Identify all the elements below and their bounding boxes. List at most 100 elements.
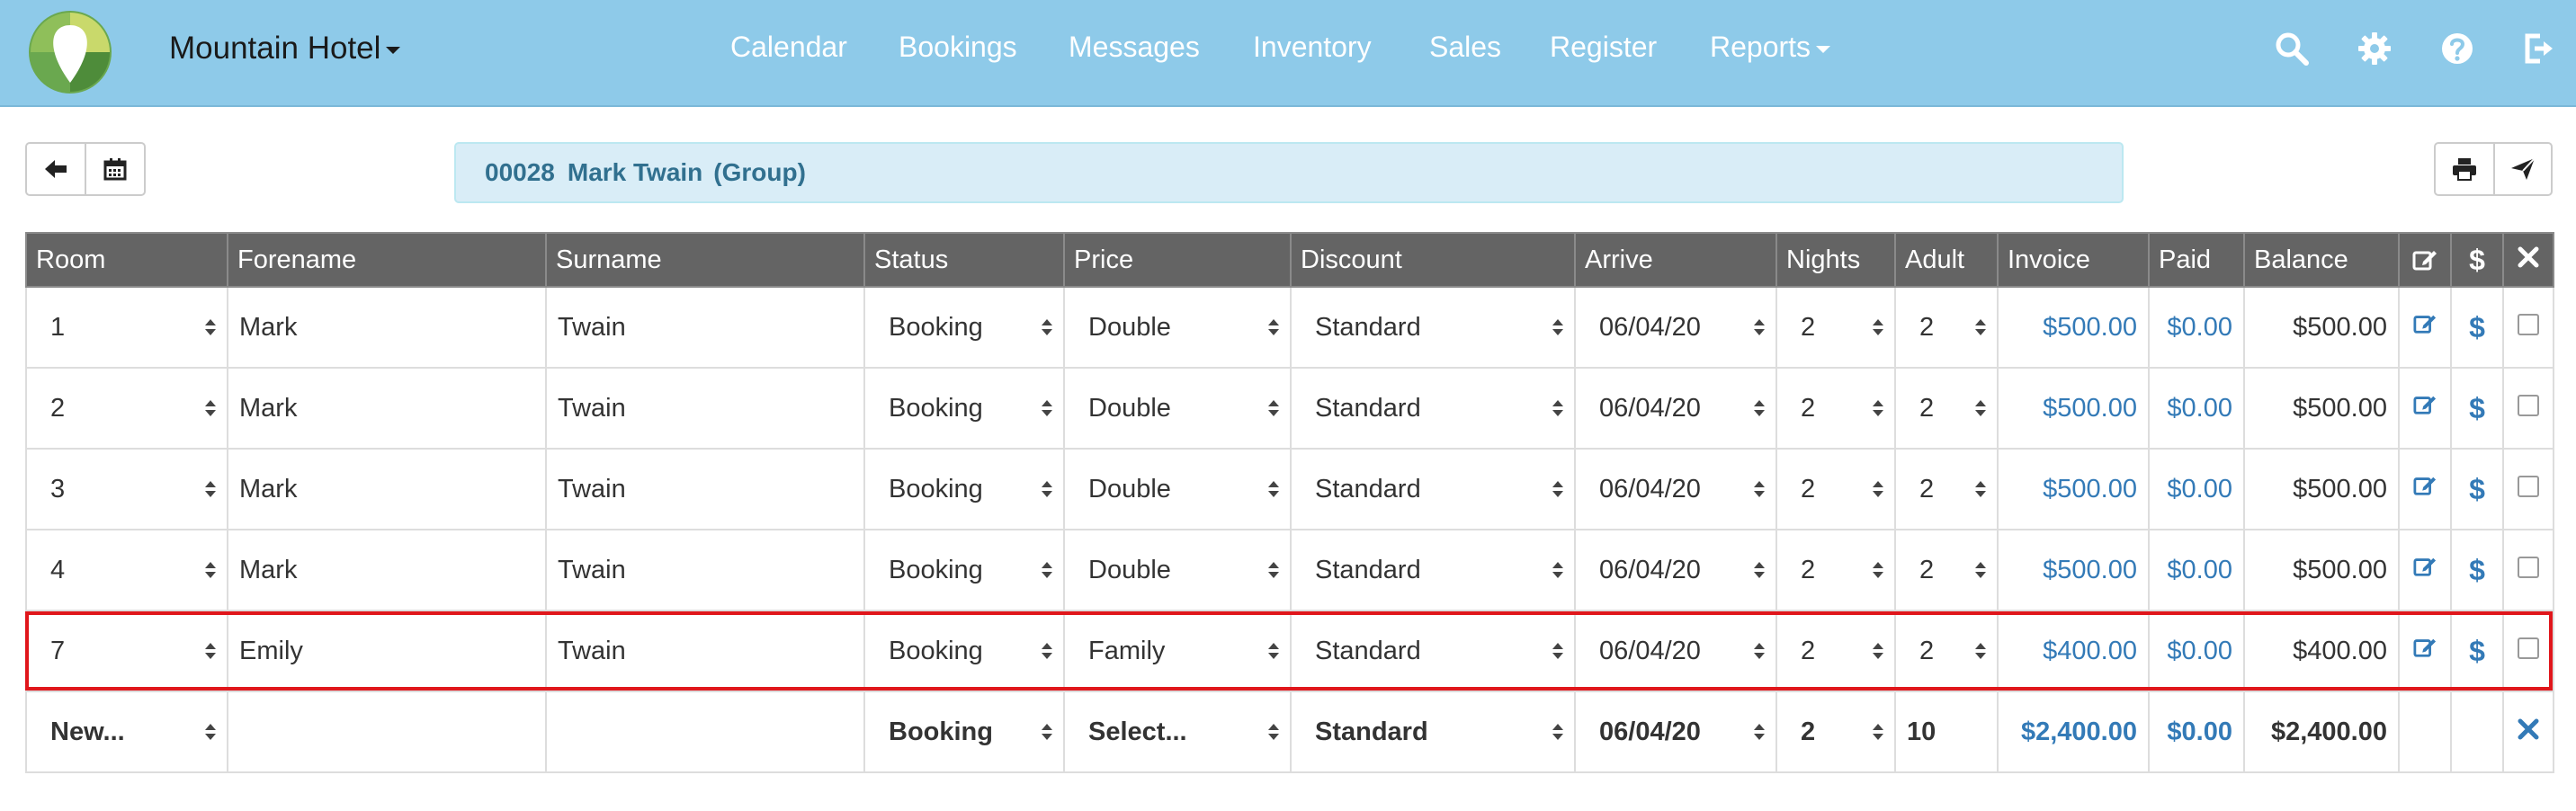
invoice-link[interactable]: $500.00: [1997, 448, 2150, 530]
surname-cell[interactable]: Twain: [545, 610, 865, 692]
footer-status-select[interactable]: Booking: [863, 691, 1065, 773]
room-select[interactable]: 1: [25, 286, 228, 369]
nav-messages[interactable]: Messages: [1069, 31, 1253, 64]
edit-button[interactable]: [2398, 367, 2452, 450]
paid-link[interactable]: $0.00: [2148, 367, 2245, 450]
select-arrows-icon: [1042, 319, 1052, 335]
nav-register[interactable]: Register: [1550, 31, 1710, 64]
adult-select[interactable]: 2: [1894, 529, 1999, 611]
discount-select[interactable]: Standard: [1290, 286, 1576, 369]
calendar-button[interactable]: [85, 142, 146, 196]
nav-sales[interactable]: Sales: [1429, 31, 1550, 64]
delete-all-button[interactable]: [2502, 691, 2554, 773]
forename-cell[interactable]: Mark: [227, 367, 547, 450]
status-select[interactable]: Booking: [863, 610, 1065, 692]
arrive-select[interactable]: 06/04/20: [1574, 529, 1777, 611]
footer-price-select[interactable]: Select...: [1063, 691, 1292, 773]
status-select[interactable]: Booking: [863, 529, 1065, 611]
paid-link[interactable]: $0.00: [2148, 610, 2245, 692]
forename-cell[interactable]: Mark: [227, 286, 547, 369]
print-button[interactable]: [2434, 142, 2495, 196]
col-price: Price: [1063, 232, 1292, 288]
back-button[interactable]: [25, 142, 86, 196]
surname-cell[interactable]: Twain: [545, 448, 865, 530]
room-select[interactable]: 2: [25, 367, 228, 450]
dollar-icon: $: [2469, 243, 2485, 276]
edit-button[interactable]: [2398, 448, 2452, 530]
room-select[interactable]: 7: [25, 610, 228, 692]
forename-cell[interactable]: Mark: [227, 448, 547, 530]
surname-cell[interactable]: Twain: [545, 286, 865, 369]
row-checkbox[interactable]: [2518, 637, 2539, 659]
nights-select[interactable]: 2: [1775, 529, 1896, 611]
footer-nights-select[interactable]: 2: [1775, 691, 1896, 773]
nav-calendar[interactable]: Calendar: [730, 31, 899, 64]
discount-select[interactable]: Standard: [1290, 367, 1576, 450]
paid-link[interactable]: $0.00: [2148, 448, 2245, 530]
invoice-link[interactable]: $400.00: [1997, 610, 2150, 692]
help-icon[interactable]: [2439, 31, 2475, 67]
room-select[interactable]: 3: [25, 448, 228, 530]
forename-cell[interactable]: Mark: [227, 529, 547, 611]
nav-bookings[interactable]: Bookings: [899, 31, 1069, 64]
status-select[interactable]: Booking: [863, 448, 1065, 530]
footer-arrive-select[interactable]: 06/04/20: [1574, 691, 1777, 773]
adult-select[interactable]: 2: [1894, 286, 1999, 369]
hotel-brand-dropdown[interactable]: Mountain Hotel: [169, 31, 401, 67]
status-select[interactable]: Booking: [863, 286, 1065, 369]
nights-select[interactable]: 2: [1775, 610, 1896, 692]
paid-link[interactable]: $0.00: [2148, 286, 2245, 369]
price-select[interactable]: Family: [1063, 610, 1292, 692]
discount-select[interactable]: Standard: [1290, 529, 1576, 611]
room-select[interactable]: 4: [25, 529, 228, 611]
row-checkbox[interactable]: [2518, 475, 2539, 497]
surname-cell[interactable]: Twain: [545, 367, 865, 450]
search-icon[interactable]: [2274, 31, 2310, 67]
hotel-logo-icon[interactable]: [27, 9, 113, 95]
payment-button[interactable]: $: [2450, 286, 2504, 369]
invoice-link[interactable]: $500.00: [1997, 367, 2150, 450]
balance-cell: $500.00: [2243, 448, 2400, 530]
invoice-link[interactable]: $500.00: [1997, 529, 2150, 611]
price-select[interactable]: Double: [1063, 286, 1292, 369]
discount-select[interactable]: Standard: [1290, 448, 1576, 530]
logout-icon[interactable]: [2520, 31, 2556, 67]
adult-select[interactable]: 2: [1894, 367, 1999, 450]
surname-cell[interactable]: Twain: [545, 529, 865, 611]
discount-select[interactable]: Standard: [1290, 610, 1576, 692]
footer-discount-select[interactable]: Standard: [1290, 691, 1576, 773]
paid-link[interactable]: $0.00: [2148, 529, 2245, 611]
price-select[interactable]: Double: [1063, 448, 1292, 530]
nights-select[interactable]: 2: [1775, 448, 1896, 530]
new-room-select[interactable]: New...: [25, 691, 228, 773]
nights-select[interactable]: 2: [1775, 286, 1896, 369]
payment-button[interactable]: $: [2450, 610, 2504, 692]
forename-cell[interactable]: Emily: [227, 610, 547, 692]
price-select[interactable]: Double: [1063, 367, 1292, 450]
edit-button[interactable]: [2398, 529, 2452, 611]
row-checkbox[interactable]: [2518, 556, 2539, 578]
arrive-select[interactable]: 06/04/20: [1574, 286, 1777, 369]
payment-button[interactable]: $: [2450, 367, 2504, 450]
nav-inventory[interactable]: Inventory: [1253, 31, 1429, 64]
footer-invoice-total[interactable]: $2,400.00: [1997, 691, 2150, 773]
adult-select[interactable]: 2: [1894, 448, 1999, 530]
payment-button[interactable]: $: [2450, 448, 2504, 530]
row-checkbox[interactable]: [2518, 313, 2539, 335]
status-select[interactable]: Booking: [863, 367, 1065, 450]
row-checkbox[interactable]: [2518, 394, 2539, 416]
gear-icon[interactable]: [2357, 31, 2393, 67]
price-select[interactable]: Double: [1063, 529, 1292, 611]
edit-button[interactable]: [2398, 286, 2452, 369]
footer-paid-total[interactable]: $0.00: [2148, 691, 2245, 773]
invoice-link[interactable]: $500.00: [1997, 286, 2150, 369]
send-button[interactable]: [2493, 142, 2553, 196]
edit-button[interactable]: [2398, 610, 2452, 692]
adult-select[interactable]: 2: [1894, 610, 1999, 692]
arrive-select[interactable]: 06/04/20: [1574, 610, 1777, 692]
nav-reports[interactable]: Reports: [1710, 31, 1831, 64]
payment-button[interactable]: $: [2450, 529, 2504, 611]
nights-select[interactable]: 2: [1775, 367, 1896, 450]
arrive-select[interactable]: 06/04/20: [1574, 367, 1777, 450]
arrive-select[interactable]: 06/04/20: [1574, 448, 1777, 530]
